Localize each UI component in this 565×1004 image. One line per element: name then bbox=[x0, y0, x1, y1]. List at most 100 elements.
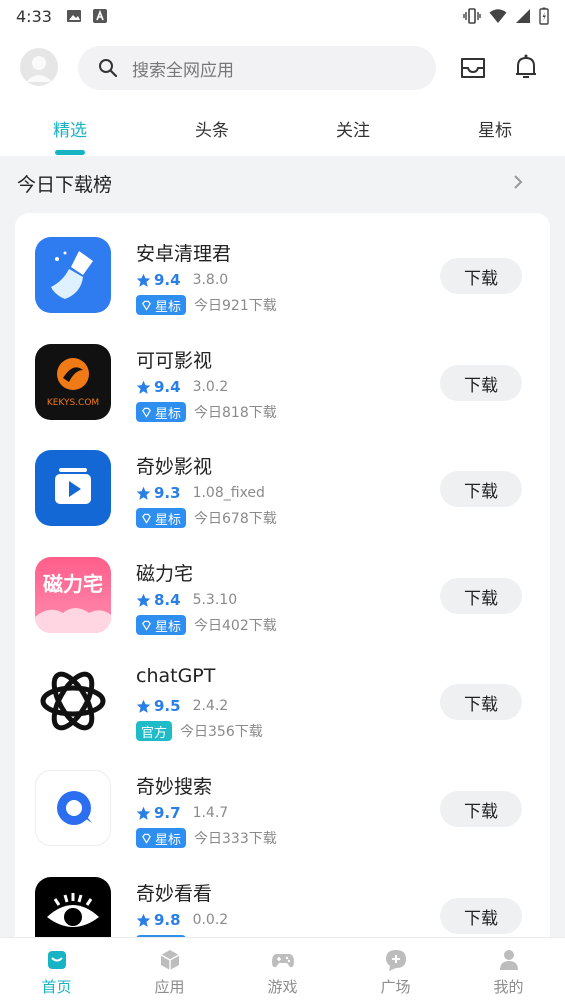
rating-score: 9.8 bbox=[154, 911, 181, 929]
star-icon bbox=[136, 593, 151, 607]
app-name: chatGPT bbox=[136, 665, 216, 687]
bottom-navigation: 首页 应用 游戏 广场 我的 bbox=[0, 937, 565, 1004]
gamepad-icon bbox=[271, 954, 294, 968]
download-button[interactable]: 下载 bbox=[440, 578, 522, 614]
svg-text:KEKYS.COM: KEKYS.COM bbox=[47, 398, 99, 408]
list-item[interactable]: chatGPT 9.5 2.4.2 官方 今日356下载 下载 bbox=[15, 663, 550, 769]
app-version: 1.08_fixed bbox=[192, 485, 265, 501]
download-count: 今日921下载 bbox=[194, 298, 277, 314]
vibrate-icon bbox=[463, 8, 481, 24]
list-item[interactable]: KEKYS.COM 可可影视 9.4 3.0.2 星标 今日818下载 下载 bbox=[15, 344, 550, 450]
download-count: 今日402下载 bbox=[194, 618, 277, 634]
avatar[interactable] bbox=[20, 48, 58, 86]
bell-icon[interactable] bbox=[511, 52, 541, 82]
app-rating: 9.5 2.4.2 bbox=[136, 697, 228, 715]
download-button[interactable]: 下载 bbox=[440, 791, 522, 827]
app-version: 3.8.0 bbox=[192, 272, 229, 288]
search-placeholder: 搜索全网应用 bbox=[132, 60, 234, 81]
tab-following[interactable]: 关注 bbox=[313, 116, 393, 141]
default-avatar-icon bbox=[26, 56, 52, 82]
star-icon bbox=[136, 913, 151, 927]
download-button[interactable]: 下载 bbox=[440, 258, 522, 294]
inbox-icon[interactable] bbox=[458, 52, 488, 82]
star-icon bbox=[136, 806, 151, 820]
cililzhai-logo-icon: 磁力宅 bbox=[35, 557, 111, 633]
search-bubble-icon bbox=[35, 770, 111, 846]
official-badge: 官方 bbox=[136, 721, 173, 741]
rating-score: 9.7 bbox=[154, 804, 181, 822]
star-badge: 星标 bbox=[136, 295, 187, 315]
play-box-icon bbox=[35, 450, 111, 526]
star-icon bbox=[136, 380, 151, 394]
star-icon bbox=[136, 699, 151, 713]
download-button[interactable]: 下载 bbox=[440, 898, 522, 934]
nav-plaza[interactable]: 广场 bbox=[339, 938, 452, 1004]
download-count: 今日818下载 bbox=[194, 405, 277, 421]
image-notification-icon bbox=[66, 10, 81, 22]
nav-games[interactable]: 游戏 bbox=[226, 938, 339, 1004]
rating-score: 8.4 bbox=[154, 591, 181, 609]
star-badge: 星标 bbox=[136, 402, 187, 422]
star-icon bbox=[136, 273, 151, 287]
app-name: 奇妙看看 bbox=[136, 883, 213, 905]
diamond-icon bbox=[142, 300, 151, 311]
download-button[interactable]: 下载 bbox=[440, 365, 522, 401]
list-item[interactable]: 安卓清理君 9.4 3.8.0 星标 今日921下载 下载 bbox=[15, 237, 550, 343]
app-meta: 星标 今日402下载 bbox=[136, 615, 277, 635]
openai-logo-icon bbox=[35, 663, 111, 739]
status-bar: 4:33 bbox=[0, 0, 565, 32]
list-item[interactable]: 奇妙影视 9.3 1.08_fixed 星标 今日678下载 下载 bbox=[15, 450, 550, 556]
cube-icon bbox=[160, 950, 179, 970]
section-title: 今日下载榜 bbox=[17, 174, 113, 196]
app-name: 磁力宅 bbox=[136, 563, 194, 585]
top-header: 搜索全网应用 精选 头条 关注 星标 bbox=[0, 32, 565, 156]
status-time: 4:33 bbox=[16, 6, 52, 26]
app-rating: 8.4 5.3.10 bbox=[136, 591, 237, 609]
app-name: 安卓清理君 bbox=[136, 243, 232, 265]
diamond-icon bbox=[142, 620, 151, 631]
app-name: 奇妙影视 bbox=[136, 456, 213, 478]
person-icon bbox=[499, 950, 518, 970]
app-version: 1.4.7 bbox=[192, 805, 229, 821]
app-meta: 星标 今日921下载 bbox=[136, 295, 277, 315]
chevron-right-icon[interactable] bbox=[510, 172, 526, 192]
app-meta: 星标 今日818下载 bbox=[136, 402, 277, 422]
top-tabs: 精选 头条 关注 星标 bbox=[0, 116, 565, 156]
app-name: 奇妙搜索 bbox=[136, 776, 213, 798]
star-icon bbox=[136, 486, 151, 500]
tab-starred[interactable]: 星标 bbox=[455, 116, 535, 141]
download-button[interactable]: 下载 bbox=[440, 684, 522, 720]
app-meta: 星标 今日333下载 bbox=[136, 828, 277, 848]
battery-icon bbox=[539, 7, 549, 25]
app-rating: 9.4 3.0.2 bbox=[136, 378, 228, 396]
app-version: 5.3.10 bbox=[192, 592, 238, 608]
diamond-icon bbox=[142, 513, 151, 524]
app-rating: 9.4 3.8.0 bbox=[136, 271, 228, 289]
tab-featured[interactable]: 精选 bbox=[30, 116, 110, 141]
rating-score: 9.4 bbox=[154, 271, 181, 289]
list-item[interactable]: 奇妙搜索 9.7 1.4.7 星标 今日333下载 下载 bbox=[15, 770, 550, 876]
star-badge: 星标 bbox=[136, 508, 187, 528]
star-badge: 星标 bbox=[136, 615, 187, 635]
app-rating: 9.3 1.08_fixed bbox=[136, 484, 265, 502]
download-count: 今日333下载 bbox=[194, 831, 277, 847]
app-rating: 9.8 0.0.2 bbox=[136, 911, 228, 929]
diamond-icon bbox=[142, 833, 151, 844]
app-version: 0.0.2 bbox=[192, 912, 229, 928]
rating-score: 9.4 bbox=[154, 378, 181, 396]
search-bar[interactable]: 搜索全网应用 bbox=[78, 46, 436, 90]
signal-icon bbox=[516, 9, 530, 23]
nav-mine[interactable]: 我的 bbox=[452, 938, 565, 1004]
nav-home[interactable]: 首页 bbox=[0, 938, 113, 1004]
search-icon bbox=[99, 59, 118, 78]
download-count: 今日678下载 bbox=[194, 511, 277, 527]
list-item[interactable]: 磁力宅 磁力宅 8.4 5.3.10 星标 今日402下载 下载 bbox=[15, 557, 550, 663]
tab-headlines[interactable]: 头条 bbox=[172, 116, 252, 141]
app-version: 3.0.2 bbox=[192, 379, 229, 395]
app-notification-icon bbox=[92, 9, 107, 23]
download-button[interactable]: 下载 bbox=[440, 471, 522, 507]
app-meta: 星标 今日678下载 bbox=[136, 508, 277, 528]
rating-score: 9.5 bbox=[154, 697, 181, 715]
app-version: 2.4.2 bbox=[192, 698, 229, 714]
nav-apps[interactable]: 应用 bbox=[113, 938, 226, 1004]
